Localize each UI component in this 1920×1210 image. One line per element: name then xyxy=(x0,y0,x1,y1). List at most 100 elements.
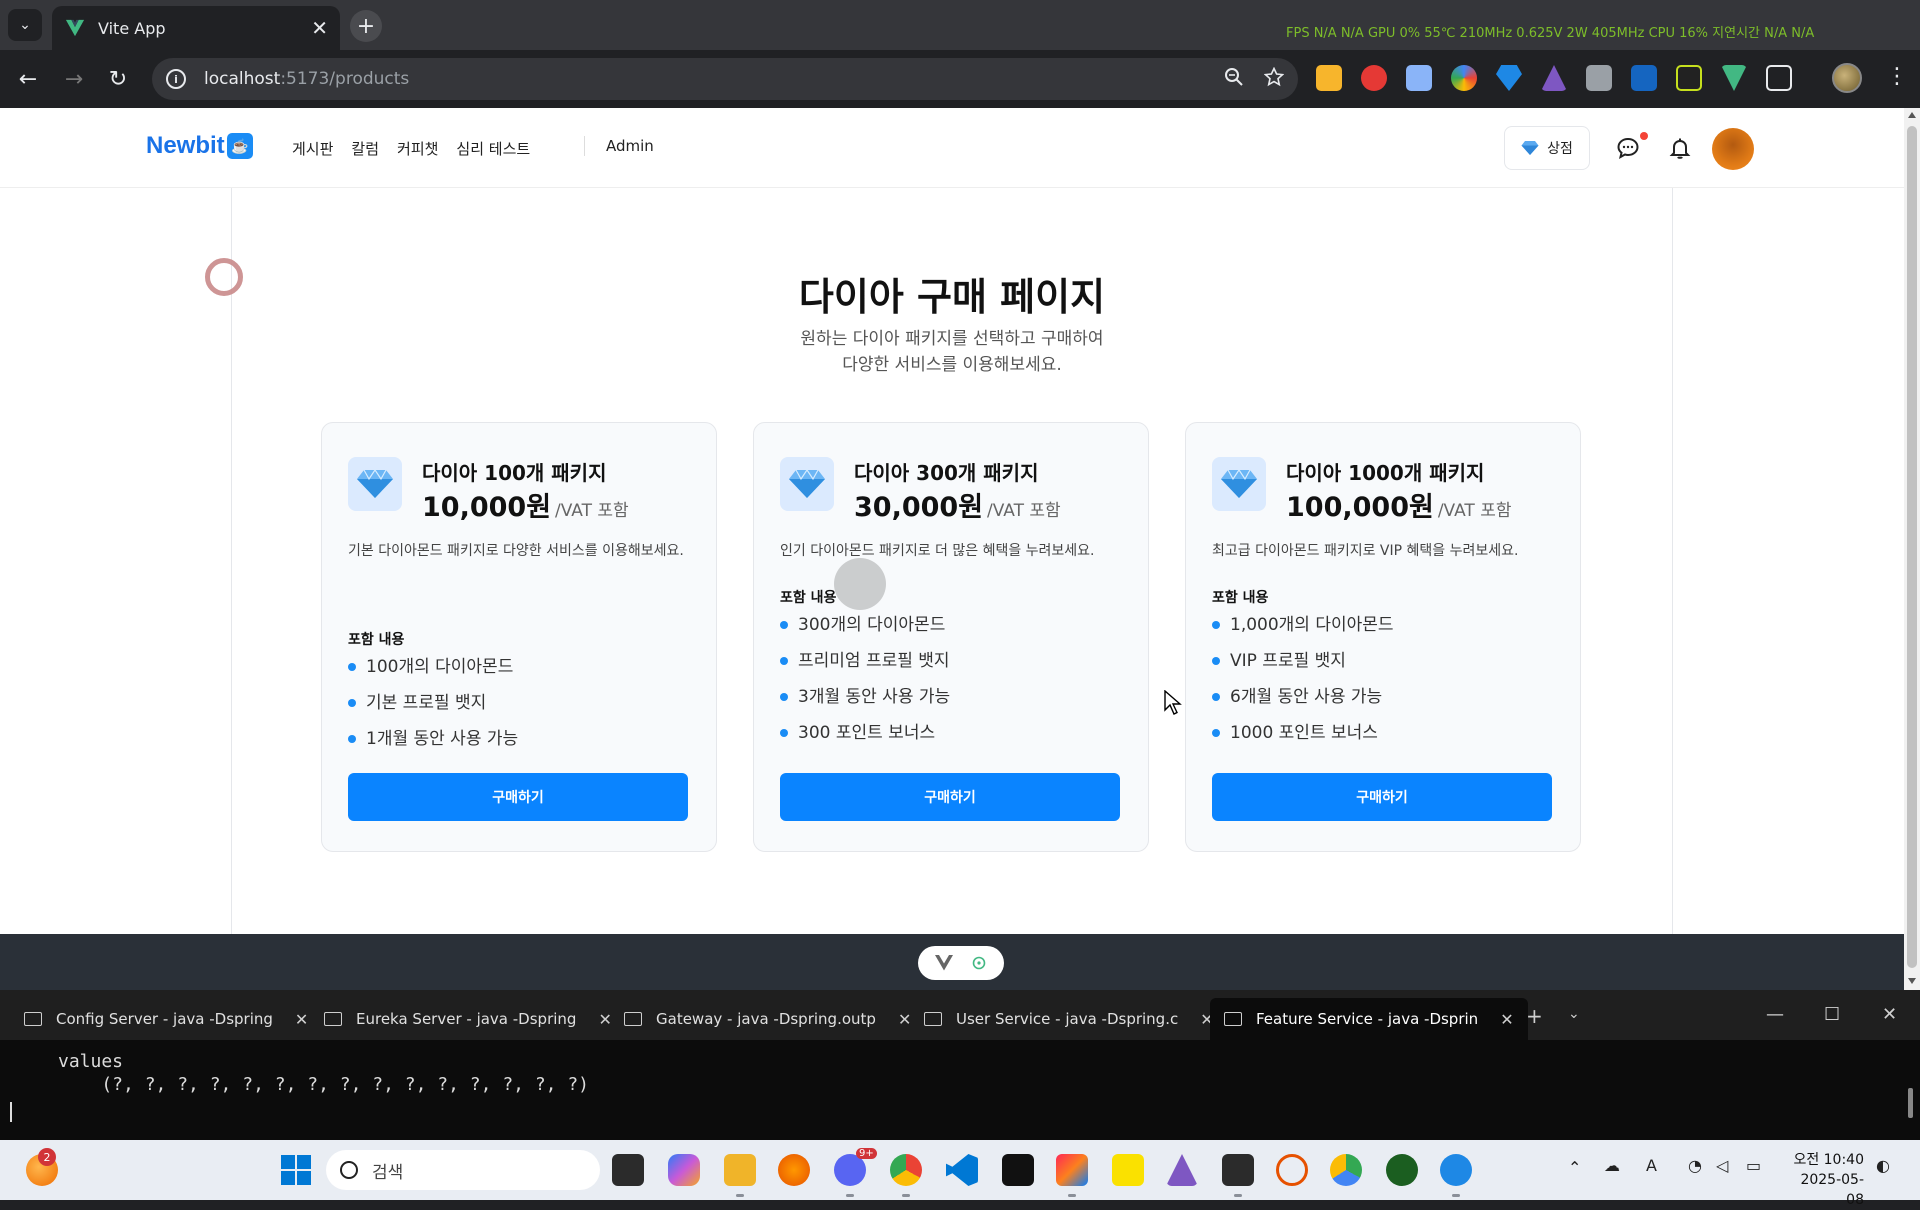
terminal-tab[interactable]: Eureka Server - java -Dspring ✕ xyxy=(310,998,626,1040)
includes-list: 1,000개의 다이아몬드 VIP 프로필 뱃지 6개월 동안 사용 가능 10… xyxy=(1212,607,1394,751)
reload-icon[interactable]: ↻ xyxy=(102,63,134,95)
window-close-icon[interactable]: ✕ xyxy=(1882,1004,1897,1025)
tray-overflow-icon[interactable]: ⌃ xyxy=(1568,1158,1581,1177)
list-item: 100개의 다이아몬드 xyxy=(348,649,518,685)
buy-button[interactable]: 구매하기 xyxy=(348,773,688,821)
taskbar-search[interactable]: 검색 xyxy=(326,1150,600,1190)
extension-icon[interactable] xyxy=(1541,65,1567,91)
url-path: :5173/products xyxy=(280,69,410,89)
bookmark-star-icon[interactable] xyxy=(1264,67,1284,87)
browser-tab-active[interactable]: Vite App ✕ xyxy=(52,6,340,50)
terminal-tab[interactable]: Config Server - java -Dspring ✕ xyxy=(10,998,322,1040)
new-terminal-tab-icon[interactable]: + xyxy=(1526,1004,1543,1028)
package-description: 인기 다이아몬드 패키지로 더 많은 혜택을 누려보세요. xyxy=(780,543,1095,559)
tab-search-chevron-icon[interactable]: ⌄ xyxy=(8,9,42,41)
extension-icon[interactable] xyxy=(1676,65,1702,91)
extension-icon[interactable] xyxy=(1451,65,1477,91)
user-avatar[interactable] xyxy=(1712,128,1754,170)
bookmark-extension-icon[interactable] xyxy=(1631,65,1657,91)
includes-list: 100개의 다이아몬드 기본 프로필 뱃지 1개월 동안 사용 가능 xyxy=(348,649,518,757)
browser-profile-avatar[interactable] xyxy=(1832,63,1862,93)
chat-bubble-icon[interactable] xyxy=(1616,136,1640,160)
app-icon[interactable] xyxy=(1386,1154,1418,1186)
extension-icon[interactable] xyxy=(1361,65,1387,91)
terminal-tab-active[interactable]: Feature Service - java -Dsprin ✕ xyxy=(1210,998,1528,1040)
close-icon[interactable]: ✕ xyxy=(1500,1010,1513,1029)
list-item: 3개월 동안 사용 가능 xyxy=(780,679,950,715)
app-icon[interactable] xyxy=(1002,1154,1034,1186)
volume-muted-icon[interactable]: ◁ xyxy=(1716,1156,1728,1175)
terminal-output[interactable]: values (?, ?, ?, ?, ?, ?, ?, ?, ?, ?, ?,… xyxy=(58,1050,589,1096)
includes-label: 포함 내용 xyxy=(1212,590,1269,606)
scrollbar-thumb[interactable] xyxy=(1907,126,1917,968)
vue-devtools-pill[interactable] xyxy=(918,946,1004,980)
chat-notification-dot xyxy=(1640,132,1648,140)
file-explorer-icon[interactable] xyxy=(724,1154,756,1186)
clock-date: 2025-05-08 xyxy=(1800,1172,1864,1208)
diamond-icon xyxy=(1212,457,1266,511)
list-item: 300 포인트 보너스 xyxy=(780,715,950,751)
nav-item-coffee-chat[interactable]: 커피챗 xyxy=(397,138,438,159)
ime-icon[interactable]: A xyxy=(1646,1156,1657,1175)
task-view-icon[interactable] xyxy=(612,1154,644,1186)
tab-close-icon[interactable]: ✕ xyxy=(311,16,328,40)
page-viewport: Newbit ☕ 게시판 칼럼 커피챗 심리 테스트 Admin 상점 다이아 … xyxy=(0,108,1904,990)
page-scrollbar[interactable] xyxy=(1904,108,1920,990)
inspect-target-icon[interactable] xyxy=(971,955,987,971)
vscode-icon[interactable] xyxy=(946,1154,978,1186)
terminal-window: Config Server - java -Dspring ✕ Eureka S… xyxy=(0,990,1920,1140)
new-tab-button[interactable]: + xyxy=(350,10,382,42)
diamond-extension-icon[interactable] xyxy=(1496,65,1522,91)
extension-icon[interactable] xyxy=(1586,65,1612,91)
windows-start-icon[interactable] xyxy=(280,1154,312,1186)
store-button[interactable]: 상점 xyxy=(1504,126,1590,170)
terminal-scrollbar[interactable] xyxy=(1908,1088,1913,1118)
performance-overlay: FPS N/A N/A GPU 0% 55℃ 210MHz 0.625V 2W … xyxy=(1286,26,1815,41)
onedrive-icon[interactable]: ☁ xyxy=(1604,1156,1620,1175)
browser-toolbar: ← → ↻ i localhost:5173/products ⋮ xyxy=(0,50,1920,108)
buy-button[interactable]: 구매하기 xyxy=(1212,773,1552,821)
site-logo[interactable]: Newbit ☕ xyxy=(146,132,253,160)
bell-icon[interactable] xyxy=(1668,136,1692,160)
system-clock[interactable]: 오전 10:40 2025-05-08 xyxy=(1784,1150,1864,1210)
nav-item-column[interactable]: 칼럼 xyxy=(351,138,379,159)
kakaotalk-icon[interactable] xyxy=(1112,1154,1144,1186)
vue-logo-icon[interactable] xyxy=(935,955,953,971)
scroll-down-icon[interactable] xyxy=(1908,978,1916,984)
vue-devtools-extension-icon[interactable] xyxy=(1721,65,1747,91)
terminal-dropdown-icon[interactable]: ⌄ xyxy=(1568,1006,1580,1022)
obsidian-icon[interactable] xyxy=(1166,1154,1198,1186)
notification-bell-icon[interactable]: ◐ xyxy=(1876,1156,1890,1175)
nav-item-admin[interactable]: Admin xyxy=(606,137,654,155)
search-tool-icon[interactable] xyxy=(1276,1154,1308,1186)
intellij-icon[interactable] xyxy=(1056,1154,1088,1186)
battery-icon[interactable]: ▭ xyxy=(1746,1156,1761,1175)
firefox-icon[interactable] xyxy=(778,1154,810,1186)
terminal-app-icon[interactable] xyxy=(1222,1154,1254,1186)
app-icon[interactable] xyxy=(1440,1154,1472,1186)
minimize-icon[interactable]: — xyxy=(1766,1004,1784,1025)
address-bar[interactable]: i localhost:5173/products xyxy=(152,58,1298,100)
chrome-icon[interactable] xyxy=(890,1154,922,1186)
chrome-dev-icon[interactable] xyxy=(1330,1154,1362,1186)
nav-item-board[interactable]: 게시판 xyxy=(292,138,333,159)
nav-item-psych-test[interactable]: 심리 테스트 xyxy=(456,138,530,159)
copilot-icon[interactable] xyxy=(668,1154,700,1186)
vite-logo-icon xyxy=(65,19,85,37)
extension-icon[interactable] xyxy=(1316,65,1342,91)
terminal-tab[interactable]: Gateway - java -Dspring.outp ✕ xyxy=(610,998,925,1040)
forward-arrow-icon[interactable]: → xyxy=(58,63,90,95)
terminal-tab-label: Feature Service - java -Dsprin xyxy=(1256,1010,1479,1028)
extension-icon[interactable] xyxy=(1406,65,1432,91)
scroll-up-icon[interactable] xyxy=(1908,112,1916,118)
site-info-icon[interactable]: i xyxy=(166,69,186,89)
zoom-icon[interactable] xyxy=(1224,67,1244,87)
wifi-icon[interactable]: ◔ xyxy=(1688,1156,1702,1175)
back-arrow-icon[interactable]: ← xyxy=(12,63,44,95)
extensions-puzzle-icon[interactable] xyxy=(1766,65,1792,91)
close-icon[interactable]: ✕ xyxy=(295,1010,308,1029)
maximize-icon[interactable]: ☐ xyxy=(1824,1004,1840,1025)
buy-button[interactable]: 구매하기 xyxy=(780,773,1120,821)
terminal-tab[interactable]: User Service - java -Dspring.c ✕ xyxy=(910,998,1228,1040)
browser-menu-icon[interactable]: ⋮ xyxy=(1886,64,1908,89)
